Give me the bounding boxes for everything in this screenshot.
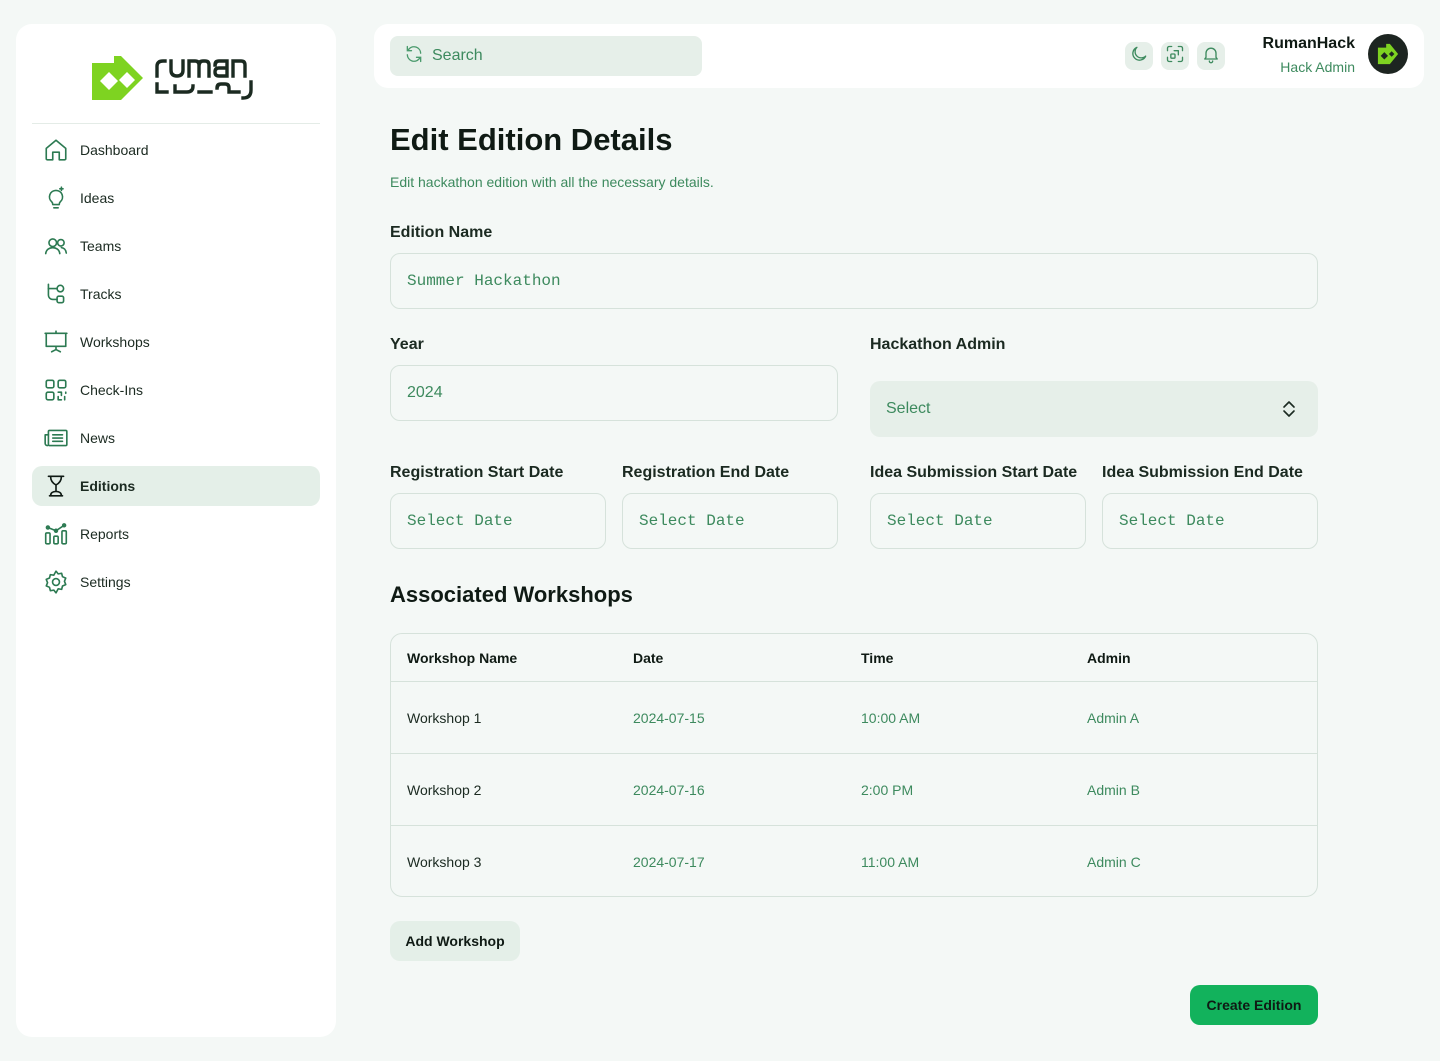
workshop-time-cell: 11:00 AM bbox=[861, 854, 920, 870]
sidebar-item-label: News bbox=[80, 430, 116, 446]
table-row[interactable]: Workshop 1 2024-07-15 10:00 AM Admin A bbox=[391, 682, 1317, 754]
idea-submission-start-field bbox=[870, 493, 1086, 549]
workshop-date-cell: 2024-07-16 bbox=[633, 781, 705, 798]
column-header-time: Time bbox=[861, 649, 894, 666]
sidebar-item-settings[interactable]: Settings bbox=[32, 562, 320, 602]
dark-mode-toggle[interactable] bbox=[1125, 42, 1153, 70]
scan-icon bbox=[1165, 44, 1185, 69]
page-subtitle: Edit hackathon edition with all the nece… bbox=[390, 174, 714, 190]
sidebar-nav: Dashboard Ideas Teams Tracks Workshops C… bbox=[32, 130, 320, 610]
sidebar-item-tracks[interactable]: Tracks bbox=[32, 274, 320, 314]
workshop-admin-cell: Admin B bbox=[1087, 781, 1140, 798]
newspaper-icon bbox=[43, 425, 69, 451]
create-edition-button[interactable]: Create Edition bbox=[1190, 985, 1318, 1025]
workshop-admin-cell: Admin C bbox=[1087, 854, 1141, 870]
search-icon bbox=[404, 44, 424, 69]
scan-button[interactable] bbox=[1161, 42, 1189, 70]
home-icon bbox=[43, 137, 69, 163]
users-icon bbox=[43, 233, 69, 259]
search-bar[interactable] bbox=[390, 36, 702, 76]
table-row[interactable]: Workshop 2 2024-07-16 2:00 PM Admin B bbox=[391, 754, 1317, 826]
chart-icon bbox=[43, 521, 69, 547]
sidebar-item-workshops[interactable]: Workshops bbox=[32, 322, 320, 362]
sidebar-divider bbox=[32, 123, 320, 124]
idea-submission-end-field bbox=[1102, 493, 1318, 549]
sidebar-item-label: Check-Ins bbox=[80, 382, 144, 398]
sidebar-item-news[interactable]: News bbox=[32, 418, 320, 458]
sidebar: Dashboard Ideas Teams Tracks Workshops C… bbox=[16, 24, 336, 1037]
column-header-name: Workshop Name bbox=[407, 649, 518, 666]
sidebar-item-editions[interactable]: Editions bbox=[32, 466, 320, 506]
moon-icon bbox=[1129, 44, 1149, 69]
page-title: Edit Edition Details bbox=[390, 122, 673, 157]
workshop-name-cell: Workshop 2 bbox=[407, 781, 482, 798]
idea-submission-start-input[interactable] bbox=[887, 512, 1085, 530]
avatar-logo-icon bbox=[1377, 43, 1399, 65]
sidebar-item-label: Editions bbox=[80, 478, 136, 494]
ruman-logo[interactable] bbox=[91, 54, 266, 102]
notifications-button[interactable] bbox=[1197, 42, 1225, 70]
idea-submission-end-input[interactable] bbox=[1119, 512, 1317, 530]
logo-mark-icon bbox=[92, 56, 143, 100]
chevron-up-down-icon bbox=[1280, 399, 1298, 419]
qr-code-icon bbox=[43, 377, 69, 403]
bell-icon bbox=[1201, 44, 1221, 69]
sidebar-item-label: Teams bbox=[80, 238, 122, 254]
registration-start-label: Registration Start Date bbox=[390, 464, 564, 481]
workshops-table: Workshop Name Date Time Admin Workshop 1… bbox=[390, 633, 1318, 897]
sidebar-item-label: Reports bbox=[80, 526, 130, 542]
add-workshop-button[interactable]: Add Workshop bbox=[390, 921, 520, 961]
sidebar-item-teams[interactable]: Teams bbox=[32, 226, 320, 266]
registration-start-field bbox=[390, 493, 606, 549]
workshop-date-cell: 2024-07-17 bbox=[633, 854, 705, 870]
column-header-date: Date bbox=[633, 649, 664, 666]
table-header: Workshop Name Date Time Admin bbox=[391, 634, 1317, 682]
sidebar-item-label: Tracks bbox=[80, 286, 122, 302]
presentation-icon bbox=[43, 329, 69, 355]
idea-submission-end-label: Idea Submission End Date bbox=[1102, 464, 1303, 481]
sidebar-item-label: Ideas bbox=[80, 190, 115, 206]
top-bar: RumanHack Hack Admin bbox=[374, 24, 1424, 88]
year-label: Year bbox=[390, 336, 424, 353]
route-icon bbox=[43, 281, 69, 307]
hackathon-admin-select[interactable]: Select bbox=[870, 381, 1318, 437]
sidebar-item-label: Dashboard bbox=[80, 142, 149, 158]
sidebar-item-label: Settings bbox=[80, 574, 131, 590]
gear-icon bbox=[43, 569, 69, 595]
sidebar-item-ideas[interactable]: Ideas bbox=[32, 178, 320, 218]
registration-end-label: Registration End Date bbox=[622, 464, 790, 481]
registration-start-input[interactable] bbox=[407, 512, 605, 530]
edition-name-input[interactable] bbox=[407, 272, 1317, 290]
year-field bbox=[390, 365, 838, 421]
sidebar-item-reports[interactable]: Reports bbox=[32, 514, 320, 554]
table-row[interactable]: Workshop 3 2024-07-17 11:00 AM Admin C bbox=[391, 826, 1317, 896]
user-name: RumanHack bbox=[1262, 35, 1355, 52]
workshop-admin-cell: Admin A bbox=[1087, 709, 1140, 726]
hackathon-admin-label: Hackathon Admin bbox=[870, 336, 1006, 353]
edition-name-field bbox=[390, 253, 1318, 309]
lightbulb-icon bbox=[43, 185, 69, 211]
year-input[interactable] bbox=[407, 384, 837, 402]
sidebar-item-dashboard[interactable]: Dashboard bbox=[32, 130, 320, 170]
edition-name-label: Edition Name bbox=[390, 224, 493, 241]
workshop-name-cell: Workshop 1 bbox=[407, 709, 482, 726]
trophy-icon bbox=[43, 473, 69, 499]
sidebar-item-label: Workshops bbox=[80, 334, 150, 350]
search-input[interactable] bbox=[432, 47, 682, 65]
associated-workshops-title: Associated Workshops bbox=[390, 582, 633, 607]
sidebar-item-checkins[interactable]: Check-Ins bbox=[32, 370, 320, 410]
user-role: Hack Admin bbox=[1280, 59, 1355, 75]
column-header-admin: Admin bbox=[1087, 649, 1131, 666]
hackathon-admin-value: Select bbox=[886, 400, 931, 417]
workshop-time-cell: 2:00 PM bbox=[861, 781, 914, 798]
idea-submission-start-label: Idea Submission Start Date bbox=[870, 464, 1078, 481]
avatar[interactable] bbox=[1368, 34, 1408, 74]
workshop-time-cell: 10:00 AM bbox=[861, 709, 921, 726]
registration-end-input[interactable] bbox=[639, 512, 837, 530]
workshop-date-cell: 2024-07-15 bbox=[633, 709, 705, 726]
registration-end-field bbox=[622, 493, 838, 549]
workshop-name-cell: Workshop 3 bbox=[407, 854, 482, 870]
